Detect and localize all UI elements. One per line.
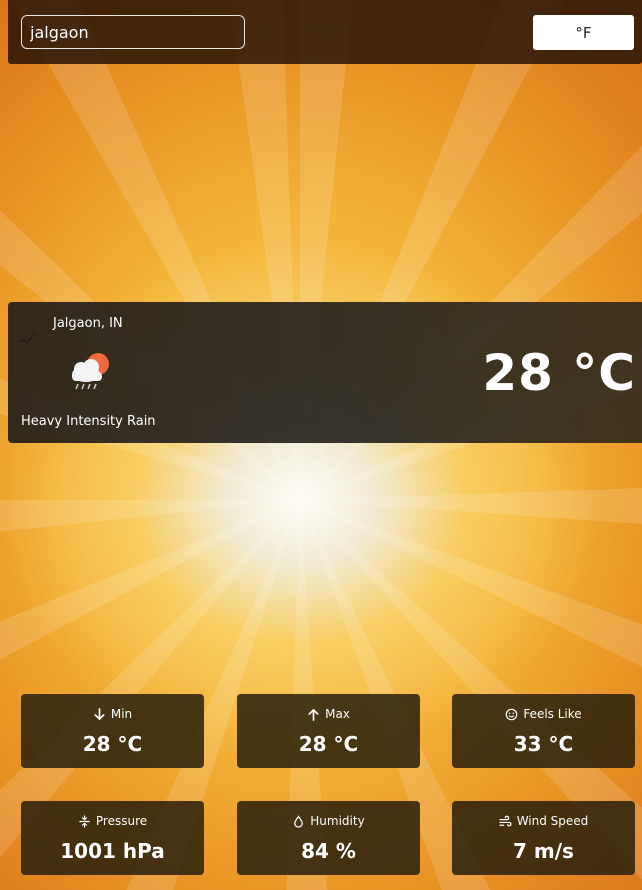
stat-label-wind-speed: Wind Speed: [516, 814, 589, 828]
stat-card-wind-speed: Wind Speed 7 m/s: [452, 801, 635, 875]
arrow-up-icon: [308, 708, 319, 721]
top-bar: °F: [8, 0, 642, 64]
current-temperature: 28 °C: [482, 344, 636, 402]
arrow-down-icon: [94, 707, 105, 720]
stat-card-min: Min 28 °C: [21, 694, 204, 768]
stat-label-max: Max: [325, 707, 350, 721]
stat-value-pressure: 1001 hPa: [60, 839, 165, 863]
stat-label-humidity: Humidity: [310, 814, 365, 828]
stat-card-humidity: Humidity 84 %: [237, 801, 420, 875]
compress-icon: [79, 814, 90, 828]
stat-label-pressure: Pressure: [95, 814, 148, 828]
stat-label-feels-like: Feels Like: [523, 707, 582, 721]
stat-card-pressure: Pressure 1001 hPa: [21, 801, 204, 875]
stat-value-max: 28 °C: [298, 732, 359, 756]
smiley-icon: [506, 708, 518, 720]
unit-toggle-button[interactable]: °F: [533, 15, 634, 50]
cloud-rain-sun-icon: [72, 353, 109, 390]
wind-icon: [499, 815, 512, 826]
current-weather-card: Jalgaon, IN Heavy Intensity Rain 28 °C: [8, 302, 642, 443]
stat-card-feels-like: Feels Like 33 °C: [452, 694, 635, 768]
stat-value-wind-speed: 7 m/s: [513, 839, 574, 863]
droplet-icon: [294, 814, 304, 828]
stat-value-humidity: 84 %: [301, 839, 356, 863]
stat-value-min: 28 °C: [82, 732, 143, 756]
stat-card-max: Max 28 °C: [237, 694, 420, 768]
condition-label: Heavy Intensity Rain: [21, 414, 156, 429]
location-label: Jalgaon, IN: [53, 316, 123, 331]
stat-value-feels-like: 33 °C: [513, 732, 574, 756]
stat-label-min: Min: [110, 707, 133, 721]
city-search-input[interactable]: [21, 15, 245, 49]
